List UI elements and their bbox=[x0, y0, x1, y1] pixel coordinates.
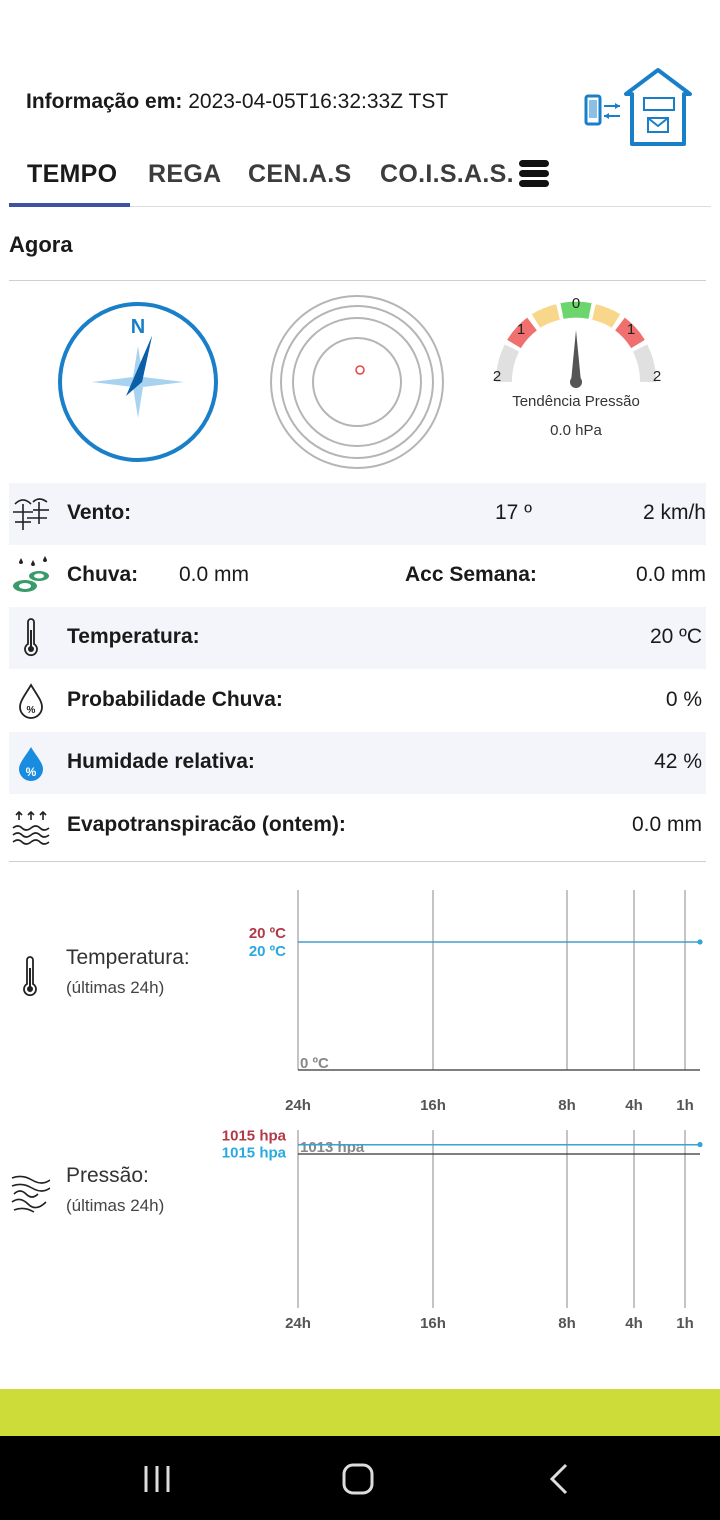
gauge-tick: 1 bbox=[517, 321, 525, 338]
recent-apps-icon[interactable] bbox=[142, 1464, 172, 1494]
gauge-tick: 0 bbox=[572, 295, 580, 312]
temperature-row: Temperatura: 20 ºC bbox=[9, 607, 706, 669]
gauge-tick: 2 bbox=[653, 368, 661, 385]
wind-direction-value: 17 º bbox=[495, 501, 532, 524]
x-tick-label: 1h bbox=[676, 1097, 694, 1114]
section-title-agora: Agora bbox=[9, 232, 73, 257]
divider bbox=[9, 861, 706, 862]
menu-icon[interactable] bbox=[519, 158, 549, 188]
rain-week-label: Acc Semana: bbox=[405, 563, 537, 586]
divider bbox=[9, 280, 706, 281]
x-tick-label: 24h bbox=[285, 1315, 311, 1332]
rain-row: Chuva: 0.0 mm Acc Semana: 0.0 mm bbox=[9, 545, 706, 607]
active-tab-indicator bbox=[9, 203, 130, 207]
humidity-row: % Humidade relativa: 42 % bbox=[9, 732, 706, 794]
info-timestamp: 2023-04-05T16:32:33Z TST bbox=[188, 90, 449, 113]
evaporation-icon bbox=[12, 810, 50, 845]
gauge-tick: 1 bbox=[627, 321, 635, 338]
rain-week-value: 0.0 mm bbox=[635, 563, 706, 586]
bottom-accent-bar bbox=[0, 1389, 720, 1436]
series-label: 1015 hpa bbox=[222, 1145, 287, 1162]
wind-speed-value: 2 km/h bbox=[642, 501, 706, 524]
series-point bbox=[697, 939, 703, 945]
series-point bbox=[697, 1142, 703, 1148]
info-label: Informação em: bbox=[26, 90, 183, 113]
info-line: Informação em: 2023-04-05T16:32:33Z TST bbox=[26, 90, 448, 114]
x-tick-label: 16h bbox=[420, 1315, 446, 1332]
x-tick-label: 4h bbox=[625, 1315, 643, 1332]
pressure-trend-title: Tendência Pressão bbox=[512, 393, 640, 410]
reference-label: 0 ºC bbox=[300, 1055, 329, 1072]
evapotranspiration-value: 0.0 mm bbox=[631, 813, 702, 836]
rain-drops-icon bbox=[13, 556, 49, 592]
temperature-label: Temperatura: bbox=[67, 625, 200, 648]
system-navigation-bar bbox=[0, 1436, 720, 1520]
compass-north-label: N bbox=[131, 316, 145, 338]
x-tick-label: 8h bbox=[558, 1315, 576, 1332]
x-tick-label: 16h bbox=[420, 1097, 446, 1114]
evapotranspiration-label: Evapotranspiracão (ontem): bbox=[67, 813, 346, 836]
pressure-history-chart: 24h 16h 8h 4h 1h 1013 hpa 1015 hpa1015 hpa bbox=[222, 1128, 703, 1332]
temperature-value: 20 ºC bbox=[649, 625, 702, 648]
series-label: 20 ºC bbox=[249, 943, 286, 960]
evapotranspiration-row: Evapotranspiracão (ontem): 0.0 mm bbox=[9, 795, 706, 857]
gauge-tick: 2 bbox=[493, 368, 501, 385]
rain-value: 0.0 mm bbox=[179, 563, 250, 586]
humidity-value: 42 % bbox=[654, 750, 702, 773]
series-label: 1015 hpa bbox=[222, 1128, 287, 1145]
tab-coisas[interactable]: CO.I.S.A.S. bbox=[380, 160, 514, 189]
thermometer-icon bbox=[24, 618, 38, 657]
rain-probability-row: % Probabilidade Chuva: 0 % bbox=[9, 670, 706, 732]
x-tick-label: 24h bbox=[285, 1097, 311, 1114]
wind-trees-icon bbox=[13, 498, 49, 530]
wind-compass-icon: N bbox=[58, 302, 218, 462]
rain-radar-icon bbox=[270, 295, 444, 469]
tab-tempo[interactable]: TEMPO bbox=[27, 160, 117, 189]
tab-bar: TEMPO REGA CEN.A.S CO.I.S.A.S. bbox=[9, 148, 711, 207]
x-tick-label: 1h bbox=[676, 1315, 694, 1332]
reference-label: 1013 hpa bbox=[300, 1139, 365, 1156]
wind-label: Vento: bbox=[67, 501, 132, 524]
back-icon[interactable] bbox=[548, 1463, 572, 1495]
rain-probability-icon: % bbox=[19, 683, 43, 719]
pressure-trend-gauge: 0 1 1 2 2 bbox=[493, 295, 661, 388]
pressure-trend-value: 0.0 hPa bbox=[550, 422, 602, 439]
rain-probability-value: 0 % bbox=[665, 688, 702, 711]
humidity-label: Humidade relativa: bbox=[67, 750, 255, 773]
rain-probability-label: Probabilidade Chuva: bbox=[67, 688, 283, 711]
x-tick-label: 8h bbox=[558, 1097, 576, 1114]
home-icon[interactable] bbox=[341, 1462, 375, 1496]
svg-text:%: % bbox=[26, 765, 37, 779]
svg-text:%: % bbox=[27, 705, 36, 716]
wind-row: Vento: 17 º 2 km/h bbox=[9, 483, 706, 545]
rain-label: Chuva: bbox=[67, 563, 139, 586]
x-tick-label: 4h bbox=[625, 1097, 643, 1114]
tab-rega[interactable]: REGA bbox=[148, 160, 221, 189]
station-house-icon[interactable] bbox=[582, 66, 696, 148]
temperature-history-chart: 24h 16h 8h 4h 1h 0 ºC 20 ºC20 ºC bbox=[249, 890, 703, 1114]
humidity-drop-icon: % bbox=[19, 747, 43, 781]
tab-cenas[interactable]: CEN.A.S bbox=[248, 160, 352, 189]
series-label: 20 ºC bbox=[249, 925, 286, 942]
